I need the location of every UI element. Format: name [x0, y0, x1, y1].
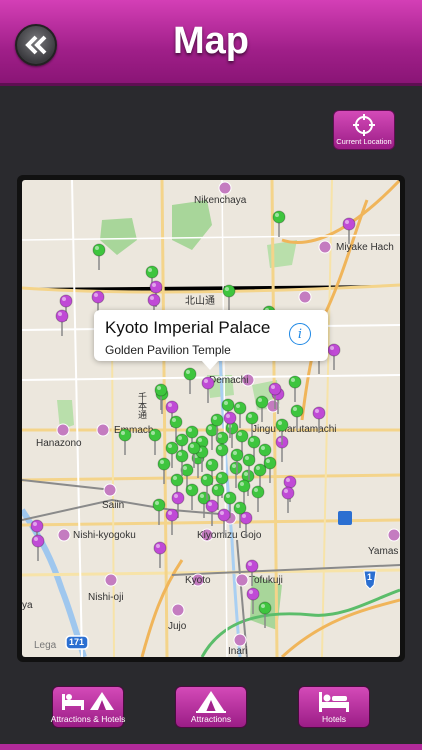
green-pin-icon[interactable] [288, 375, 302, 402]
tent-icon [196, 691, 226, 713]
map-view[interactable]: Nikenchaya Miyake Hach 北山通 Demachi Jingu… [22, 180, 400, 657]
green-pin-icon[interactable] [185, 483, 199, 510]
bed-icon [319, 692, 349, 712]
crosshair-icon [353, 114, 375, 136]
green-pin-icon[interactable] [183, 367, 197, 394]
purple-pin-icon[interactable] [217, 508, 231, 535]
bottom-accent-line [0, 744, 422, 750]
purple-pin-icon[interactable] [205, 499, 219, 526]
green-pin-icon[interactable] [222, 284, 236, 311]
pins-layer [30, 210, 356, 628]
hotels-button[interactable]: Hotels [298, 686, 370, 728]
green-pin-icon[interactable] [92, 243, 106, 270]
green-pin-icon[interactable] [118, 428, 132, 455]
bed-and-tent-icon [62, 692, 114, 710]
purple-pin-icon[interactable] [342, 217, 356, 244]
purple-pin-icon[interactable] [165, 508, 179, 535]
purple-pin-icon[interactable] [153, 541, 167, 568]
green-pin-icon[interactable] [157, 457, 171, 484]
purple-pin-icon[interactable] [281, 486, 295, 513]
green-pin-icon[interactable] [148, 428, 162, 455]
page-title: Map [173, 20, 249, 62]
purple-pin-icon[interactable] [245, 559, 259, 586]
current-location-button[interactable]: Current Location [333, 110, 395, 150]
hotels-label: Hotels [321, 714, 347, 724]
purple-pin-icon[interactable] [31, 534, 45, 561]
attractions-hotels-label: Attractions & Hotels [50, 714, 126, 724]
callout-title: Kyoto Imperial Palace [105, 318, 271, 337]
green-pin-icon[interactable] [272, 210, 286, 237]
green-pin-icon[interactable] [152, 498, 166, 525]
attractions-button[interactable]: Attractions [175, 686, 247, 728]
purple-pin-icon[interactable] [201, 376, 215, 403]
purple-pin-icon[interactable] [327, 343, 341, 370]
callout-tail [201, 360, 219, 370]
info-icon[interactable]: i [289, 323, 311, 345]
green-pin-icon[interactable] [251, 485, 265, 512]
purple-pin-icon[interactable] [55, 309, 69, 336]
purple-pin-icon[interactable] [312, 406, 326, 433]
callout-subtitle: Golden Pavilion Temple [105, 343, 231, 357]
attractions-label: Attractions [190, 714, 232, 724]
purple-pin-icon[interactable] [246, 587, 260, 614]
green-pin-icon[interactable] [290, 404, 304, 431]
attractions-hotels-button[interactable]: Attractions & Hotels [50, 686, 126, 728]
purple-pin-icon[interactable] [239, 511, 253, 538]
map-callout[interactable]: Kyoto Imperial Palace Golden Pavilion Te… [94, 310, 328, 370]
header-bar: Map [0, 0, 422, 86]
map-frame: Nikenchaya Miyake Hach 北山通 Demachi Jingu… [17, 175, 405, 662]
current-location-label: Current Location [336, 137, 392, 146]
green-pin-icon[interactable] [258, 601, 272, 628]
